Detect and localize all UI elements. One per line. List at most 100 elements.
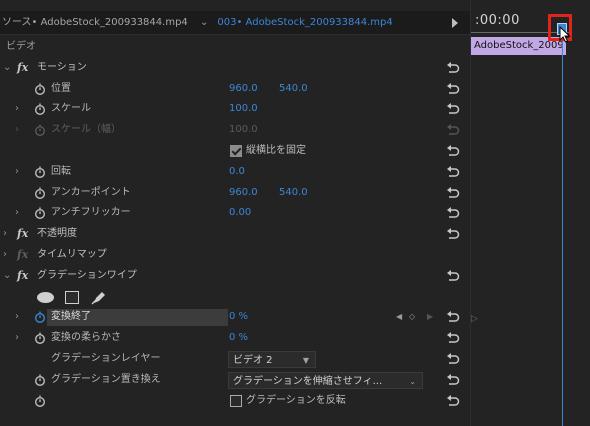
expand-right-icon[interactable]: ▷ bbox=[471, 314, 478, 324]
invert-gradient-label: グラデーションを反転 bbox=[246, 394, 346, 406]
stopwatch-icon[interactable] bbox=[34, 83, 46, 95]
prop-scale-width: › スケール（幅） 100.0 bbox=[0, 120, 470, 141]
tab-sequence-label: 003• AdobeStock_200933844.mp4 bbox=[217, 17, 393, 28]
reset-icon[interactable] bbox=[446, 61, 460, 74]
effect-motion[interactable]: ⌄ fx モーション bbox=[0, 58, 470, 79]
fx-icon[interactable]: fx bbox=[17, 224, 28, 245]
expand-caret-icon[interactable]: › bbox=[15, 99, 19, 120]
anchor-y-value[interactable]: 540.0 bbox=[279, 183, 308, 204]
stopwatch-icon[interactable] bbox=[34, 332, 46, 345]
reset-icon[interactable] bbox=[446, 394, 460, 407]
stopwatch-icon[interactable] bbox=[34, 166, 46, 178]
prop-anchor-point: アンカーポイント 960.0 540.0 bbox=[0, 183, 470, 204]
prop-transition-completion: › 変換終了 0 % ◀ ◇ ▶ bbox=[0, 307, 470, 328]
stopwatch-icon[interactable] bbox=[34, 374, 46, 386]
pen-mask-icon[interactable] bbox=[91, 290, 107, 305]
section-video-row: ビデオ bbox=[0, 37, 470, 58]
rectangle-mask-icon[interactable] bbox=[65, 290, 79, 304]
previous-keyframe-icon[interactable]: ◀ bbox=[396, 307, 402, 328]
expand-caret-icon[interactable]: › bbox=[3, 224, 7, 245]
mouse-cursor-icon bbox=[559, 26, 571, 43]
uniform-scale-label: 縦横比を固定 bbox=[246, 144, 306, 156]
fx-icon: fx bbox=[17, 247, 29, 261]
expand-caret-icon[interactable]: › bbox=[15, 203, 19, 224]
gradient-placement-select[interactable]: グラデーションを伸縮させフィ... ⌄ bbox=[228, 371, 423, 389]
next-keyframe-icon[interactable]: ▶ bbox=[427, 307, 433, 328]
antiflicker-value[interactable]: 0.00 bbox=[229, 203, 251, 224]
chevron-down-icon: ▼ bbox=[302, 355, 309, 365]
transition-completion-value[interactable]: 0 % bbox=[229, 307, 248, 328]
stopwatch-icon[interactable] bbox=[34, 395, 46, 407]
reset-icon[interactable] bbox=[446, 352, 460, 365]
reset-icon[interactable] bbox=[446, 103, 460, 115]
reset-icon[interactable] bbox=[446, 332, 460, 344]
prop-label: アンチフリッカー bbox=[51, 207, 131, 219]
reset-icon[interactable] bbox=[446, 144, 460, 157]
uniform-scale-checkbox[interactable] bbox=[230, 144, 242, 157]
prop-label: グラデーション置き換え bbox=[51, 373, 161, 385]
anchor-x-value[interactable]: 960.0 bbox=[229, 183, 258, 204]
prop-invert-gradient: グラデーションを反転 bbox=[0, 391, 470, 412]
reset-icon[interactable] bbox=[446, 228, 460, 240]
expand-caret-icon[interactable]: › bbox=[15, 328, 19, 349]
effect-time-remap[interactable]: › fx タイムリマップ bbox=[0, 245, 470, 266]
ellipse-mask-icon[interactable] bbox=[37, 291, 54, 303]
effect-title: グラデーションワイプ bbox=[37, 269, 137, 281]
select-value: グラデーションを伸縮させフィ... bbox=[233, 375, 383, 387]
effect-title: モーション bbox=[37, 61, 87, 73]
reset-icon[interactable] bbox=[446, 373, 460, 386]
prop-label: 回転 bbox=[51, 165, 71, 177]
prop-label: 変換終了 bbox=[51, 311, 91, 323]
reset-icon[interactable] bbox=[446, 82, 460, 95]
stopwatch-icon[interactable] bbox=[34, 103, 46, 116]
select-value: ビデオ 2 bbox=[233, 354, 273, 366]
add-keyframe-icon[interactable]: ◇ bbox=[409, 307, 415, 328]
reset-icon[interactable] bbox=[446, 165, 460, 178]
chevron-down-icon[interactable]: ⌄ bbox=[200, 11, 208, 35]
expand-caret-icon[interactable]: › bbox=[15, 307, 19, 328]
effect-title: 不透明度 bbox=[37, 228, 77, 240]
prop-label: スケール（幅） bbox=[51, 124, 121, 136]
effect-timeline[interactable] bbox=[470, 0, 590, 426]
effect-opacity[interactable]: › fx 不透明度 bbox=[0, 224, 470, 245]
timeline-timecode: :00:00 bbox=[475, 13, 520, 28]
invert-gradient-checkbox[interactable] bbox=[230, 394, 242, 407]
reset-icon[interactable] bbox=[446, 186, 460, 199]
play-only-icon[interactable] bbox=[452, 18, 458, 28]
stopwatch-icon[interactable] bbox=[34, 187, 46, 199]
position-y-value[interactable]: 540.0 bbox=[279, 79, 308, 100]
prop-position: 位置 960.0 540.0 bbox=[0, 79, 470, 100]
collapse-caret-icon[interactable]: ⌄ bbox=[3, 58, 11, 79]
chevron-down-icon: ⌄ bbox=[409, 376, 416, 386]
prop-label: 位置 bbox=[51, 82, 71, 94]
position-x-value[interactable]: 960.0 bbox=[229, 79, 258, 100]
effect-controls-panel: ソース• AdobeStock_200933844.mp4 ⌄ 003• Adob… bbox=[0, 0, 470, 426]
gradient-layer-select[interactable]: ビデオ 2 ▼ bbox=[228, 350, 316, 368]
effect-rows: ビデオ ⌄ fx モーション 位置 960.0 540.0 › スケール 100… bbox=[0, 37, 470, 411]
fx-icon[interactable]: fx bbox=[17, 58, 28, 79]
collapse-caret-icon[interactable]: ⌄ bbox=[3, 266, 11, 287]
expand-caret-icon: › bbox=[15, 124, 19, 136]
rotation-value[interactable]: 0.0 bbox=[229, 162, 245, 183]
reset-icon[interactable] bbox=[446, 207, 460, 219]
effect-title: タイムリマップ bbox=[37, 248, 107, 260]
scale-value[interactable]: 100.0 bbox=[229, 99, 258, 120]
tab-source[interactable]: ソース• AdobeStock_200933844.mp4 bbox=[0, 11, 192, 35]
prop-label: グラデーションレイヤー bbox=[51, 352, 161, 364]
reset-icon[interactable] bbox=[446, 311, 460, 323]
reset-icon[interactable] bbox=[446, 269, 460, 282]
tab-sequence-clip[interactable]: ⌄ 003• AdobeStock_200933844.mp4 bbox=[192, 11, 442, 35]
stopwatch-icon[interactable] bbox=[34, 207, 46, 220]
expand-caret-icon[interactable]: › bbox=[15, 162, 19, 183]
prop-rotation: › 回転 0.0 bbox=[0, 162, 470, 183]
prop-label: スケール bbox=[51, 103, 91, 115]
fx-icon[interactable]: fx bbox=[17, 266, 28, 287]
prop-uniform-scale: 縦横比を固定 bbox=[0, 141, 470, 162]
expand-caret-icon[interactable]: › bbox=[3, 245, 7, 266]
playhead-line[interactable] bbox=[562, 26, 563, 426]
stopwatch-icon[interactable] bbox=[34, 311, 46, 324]
effect-gradient-wipe[interactable]: ⌄ fx グラデーションワイプ bbox=[0, 266, 470, 287]
softness-value[interactable]: 0 % bbox=[229, 328, 248, 349]
prop-scale: › スケール 100.0 bbox=[0, 99, 470, 120]
prop-softness: › 変換の柔らかさ 0 % bbox=[0, 328, 470, 349]
